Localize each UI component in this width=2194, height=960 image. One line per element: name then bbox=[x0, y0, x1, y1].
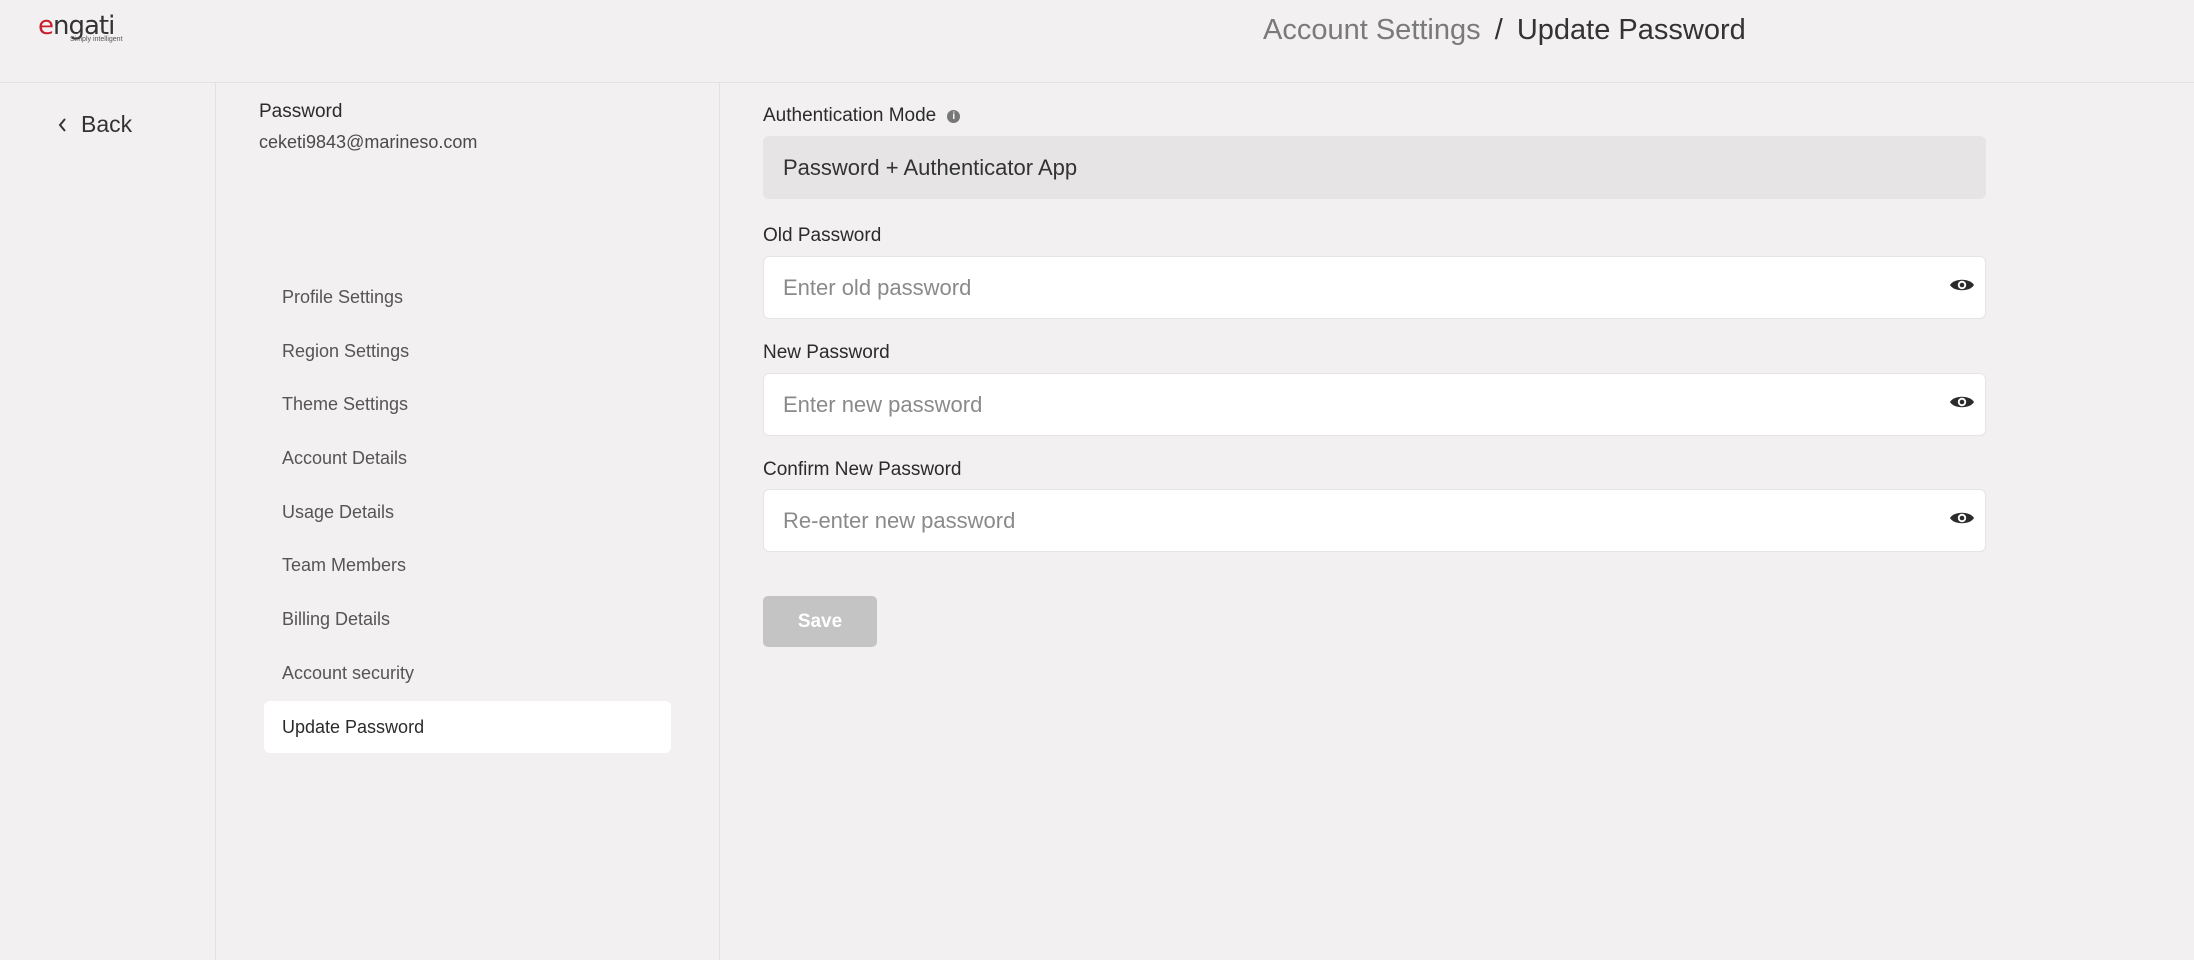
top-bar: engati Simply intelligent Account Settin… bbox=[0, 0, 2194, 83]
sidebar-item-account-details[interactable]: Account Details bbox=[264, 432, 671, 484]
old-password-field bbox=[763, 256, 1986, 319]
sidebar-item-team-members[interactable]: Team Members bbox=[264, 539, 671, 591]
new-password-input[interactable] bbox=[783, 391, 1913, 418]
sidebar-item-billing-details[interactable]: Billing Details bbox=[264, 593, 671, 645]
auth-mode-label-text: Authentication Mode bbox=[763, 105, 937, 126]
auth-mode-value: Password + Authenticator App bbox=[783, 154, 1078, 180]
eye-icon[interactable] bbox=[1949, 276, 1975, 294]
sidebar-item-account-security[interactable]: Account security bbox=[264, 647, 671, 699]
sidebar-item-theme-settings[interactable]: Theme Settings bbox=[264, 378, 671, 430]
old-password-input[interactable] bbox=[783, 274, 1913, 301]
breadcrumb-separator: / bbox=[1494, 14, 1503, 46]
account-email: ceketi9843@marineso.com bbox=[259, 132, 478, 152]
sidebar-item-usage-details[interactable]: Usage Details bbox=[264, 486, 671, 538]
breadcrumb-current: Update Password bbox=[1516, 14, 1746, 46]
new-password-label: New Password bbox=[763, 342, 890, 363]
sidebar-item-profile-settings[interactable]: Profile Settings bbox=[264, 271, 671, 323]
breadcrumb-account-settings[interactable]: Account Settings bbox=[1263, 14, 1481, 46]
settings-menu: Profile Settings Region Settings Theme S… bbox=[264, 271, 671, 754]
chevron-left-icon bbox=[58, 117, 66, 132]
confirm-password-input[interactable] bbox=[783, 507, 1913, 534]
engati-logo[interactable]: engati Simply intelligent bbox=[36, 11, 146, 47]
eye-icon[interactable] bbox=[1949, 393, 1975, 411]
sidebar-item-region-settings[interactable]: Region Settings bbox=[264, 325, 671, 377]
sidebar-item-update-password[interactable]: Update Password bbox=[264, 700, 671, 753]
confirm-password-field bbox=[763, 489, 1986, 552]
settings-sidebar: Password ceketi9843@marineso.com Profile… bbox=[216, 83, 720, 960]
save-button[interactable]: Save bbox=[763, 596, 877, 647]
confirm-password-label: Confirm New Password bbox=[763, 459, 962, 480]
eye-icon[interactable] bbox=[1949, 509, 1975, 527]
breadcrumb: Account Settings / Update Password bbox=[1263, 14, 1746, 47]
back-label: Back bbox=[81, 111, 133, 137]
auth-mode-field: Password + Authenticator App bbox=[763, 136, 1986, 199]
account-title: Password bbox=[259, 101, 343, 122]
logo-tagline: Simply intelligent bbox=[70, 36, 123, 43]
back-column: Back bbox=[0, 83, 216, 960]
back-button[interactable]: Back bbox=[58, 111, 132, 138]
auth-mode-label: Authentication Mode i bbox=[763, 105, 961, 127]
new-password-field bbox=[763, 373, 1986, 436]
old-password-label: Old Password bbox=[763, 225, 882, 246]
info-icon[interactable]: i bbox=[947, 109, 961, 123]
